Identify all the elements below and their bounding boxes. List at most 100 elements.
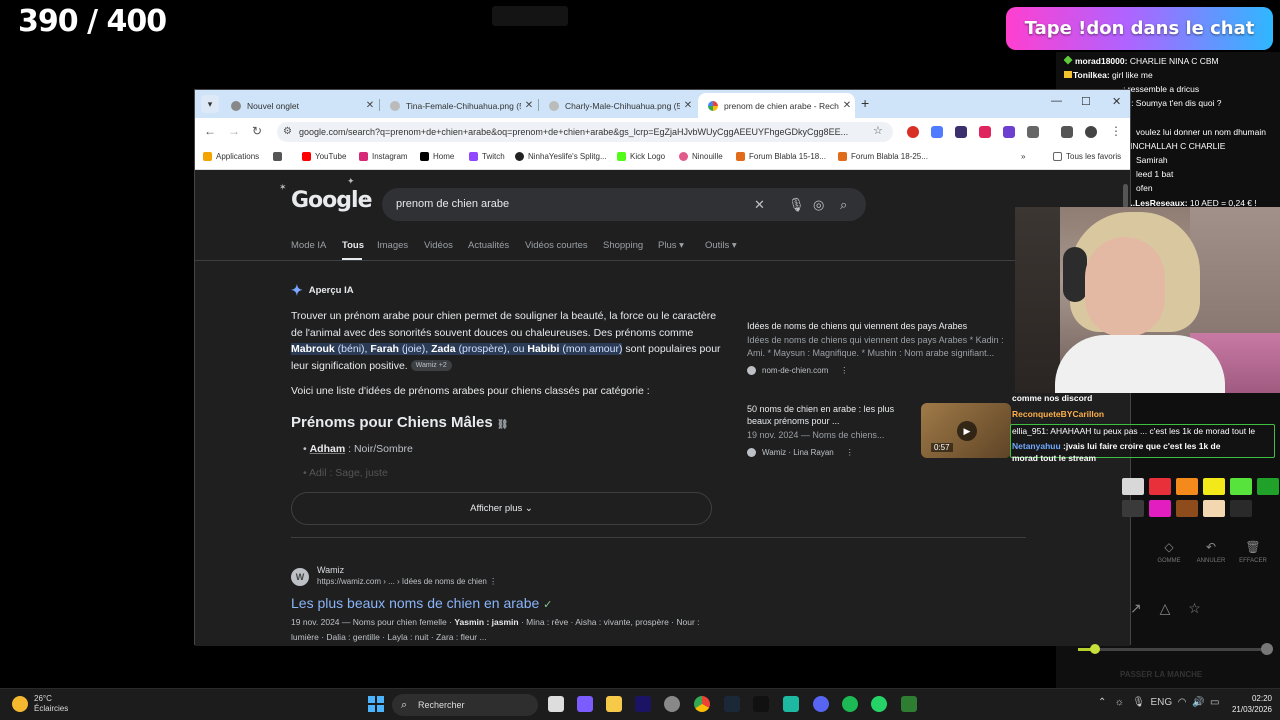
- bookmark-instagram[interactable]: Instagram: [359, 152, 408, 161]
- tiktok-icon[interactable]: [753, 696, 769, 712]
- source-card[interactable]: Idées de noms de chiens qui viennent des…: [747, 320, 1012, 375]
- whatsapp-icon[interactable]: [871, 696, 887, 712]
- tab-videos[interactable]: Vidéos: [424, 240, 453, 251]
- color-swatch[interactable]: [1203, 478, 1225, 495]
- result-site[interactable]: Wamiz: [317, 565, 344, 575]
- taskbar-search[interactable]: ⌕ Rechercher: [392, 694, 538, 716]
- clear-button[interactable]: 🗑 EFFACER: [1238, 540, 1268, 564]
- tab-videos-courtes[interactable]: Vidéos courtes: [525, 240, 588, 251]
- bookmark-kick[interactable]: Kick Logo: [617, 152, 665, 161]
- color-swatch[interactable]: [1149, 500, 1171, 517]
- app-icon[interactable]: [901, 696, 917, 712]
- kebab-menu-icon[interactable]: ⋮: [1110, 124, 1122, 138]
- close-icon[interactable]: ✕: [839, 100, 855, 111]
- copilot-icon[interactable]: [577, 696, 593, 712]
- color-swatch[interactable]: [1230, 500, 1252, 517]
- triangle-icon[interactable]: △: [1160, 600, 1171, 616]
- minimize-icon[interactable]: —: [1051, 95, 1062, 107]
- tab-search[interactable]: prenom de chien arabe - Reche... ✕: [698, 93, 855, 118]
- new-tab-icon[interactable]: +: [861, 95, 869, 111]
- task-view-icon[interactable]: [548, 696, 564, 712]
- close-icon[interactable]: ✕: [362, 100, 378, 111]
- puzzle-icon[interactable]: [1027, 126, 1039, 138]
- steam-icon[interactable]: [724, 696, 740, 712]
- color-swatch[interactable]: [1257, 478, 1279, 495]
- clock[interactable]: 02:20 21/03/2026: [1232, 693, 1272, 715]
- file-explorer-icon[interactable]: [606, 696, 622, 712]
- lens-icon[interactable]: ◎: [813, 188, 824, 221]
- tab-actualites[interactable]: Actualités: [468, 240, 509, 251]
- media-icon[interactable]: [1061, 126, 1073, 138]
- color-swatch[interactable]: [1149, 478, 1171, 495]
- kebab-menu-icon[interactable]: ⋮: [489, 577, 497, 586]
- bookmark-all-favorites[interactable]: Tous les favoris: [1053, 152, 1121, 161]
- system-tray[interactable]: ⌃ ☼ 🎙 ENG ◠ 🔊 ▭: [1098, 697, 1219, 708]
- undo-button[interactable]: ↶ ANNULER: [1196, 540, 1226, 564]
- skip-round-button[interactable]: PASSER LA MANCHE: [1120, 670, 1202, 679]
- result-title[interactable]: Les plus beaux noms de chien en arabe ✓: [291, 595, 552, 611]
- scrollbar-thumb[interactable]: [1123, 184, 1128, 208]
- arrow-icon[interactable]: ↗: [1130, 600, 1142, 616]
- tab-mode-ia[interactable]: Mode IA: [291, 240, 326, 251]
- extension-icon[interactable]: [1003, 126, 1015, 138]
- bookmark-star-icon[interactable]: ☆: [873, 124, 883, 137]
- search-input[interactable]: prenom de chien arabe ✕ 🎙 ◎ ⌕: [382, 188, 866, 221]
- bookmark-forum-1825[interactable]: Forum Blabla 18-25...: [838, 152, 928, 161]
- address-bar[interactable]: ⚙ google.com/search?q=prenom+de+chien+ar…: [277, 122, 893, 142]
- brush-size-slider[interactable]: [1078, 643, 1273, 655]
- eraser-button[interactable]: ◇ GOMME: [1154, 540, 1184, 564]
- color-swatch[interactable]: [1230, 478, 1252, 495]
- discord-icon[interactable]: [813, 696, 829, 712]
- premiere-icon[interactable]: [635, 696, 651, 712]
- extension-icon[interactable]: [979, 126, 991, 138]
- more-bookmarks-icon[interactable]: »: [1021, 152, 1025, 161]
- bookmark-home[interactable]: Home: [420, 152, 454, 161]
- kebab-menu-icon[interactable]: ⋮: [846, 448, 854, 457]
- color-swatch[interactable]: [1176, 500, 1198, 517]
- spotify-icon[interactable]: [842, 696, 858, 712]
- video-thumbnail[interactable]: ▶ 0:57: [921, 403, 1011, 458]
- extension-icon[interactable]: [955, 126, 967, 138]
- tab-images[interactable]: Images: [377, 240, 408, 251]
- color-swatch[interactable]: [1176, 478, 1198, 495]
- bookmark-twitch[interactable]: Twitch: [469, 152, 505, 161]
- language-indicator[interactable]: ENG: [1150, 697, 1172, 708]
- source-card[interactable]: 50 noms de chien en arabe : les plus bea…: [747, 403, 917, 457]
- source-chip[interactable]: Wamiz +2: [410, 360, 452, 372]
- bookmark-grid[interactable]: [273, 152, 286, 161]
- color-swatch[interactable]: [1122, 500, 1144, 517]
- obs-icon[interactable]: [664, 696, 680, 712]
- link-icon[interactable]: ⛓: [497, 419, 508, 429]
- reload-icon[interactable]: ↻: [252, 124, 262, 138]
- forward-icon[interactable]: →: [228, 124, 240, 138]
- play-icon[interactable]: ▶: [957, 421, 977, 441]
- bookmark-youtube[interactable]: YouTube: [302, 152, 346, 161]
- tab-search-icon[interactable]: ▾: [201, 95, 219, 113]
- avatar[interactable]: [1085, 126, 1097, 138]
- tab-plus[interactable]: Plus ▾: [658, 240, 684, 251]
- tab-nouvel-onglet[interactable]: Nouvel onglet ✕: [221, 93, 378, 118]
- result-url[interactable]: https://wamiz.com › ... › Idées de noms …: [317, 577, 497, 586]
- bookmark-ninouille[interactable]: Ninouille: [679, 152, 723, 161]
- back-icon[interactable]: ←: [204, 124, 216, 138]
- tab-outils[interactable]: Outils ▾: [705, 240, 737, 251]
- bookmark-forum-1518[interactable]: Forum Blabla 15-18...: [736, 152, 826, 161]
- extension-icon[interactable]: [931, 126, 943, 138]
- tab-tous[interactable]: Tous: [342, 240, 364, 251]
- close-icon[interactable]: ✕: [521, 100, 537, 111]
- color-swatch[interactable]: [1203, 500, 1225, 517]
- color-swatch[interactable]: [1122, 478, 1144, 495]
- show-more-button[interactable]: Afficher plus ⌄: [291, 492, 712, 525]
- maximize-icon[interactable]: ☐: [1081, 95, 1091, 108]
- bookmark-apps[interactable]: Applications: [203, 152, 259, 161]
- close-window-icon[interactable]: ✕: [1112, 95, 1121, 108]
- google-logo[interactable]: Google: [291, 188, 372, 213]
- search-icon[interactable]: ⌕: [840, 188, 847, 221]
- bookmark-splitgate[interactable]: NinhaYeslife's Splitg...: [515, 152, 607, 161]
- tab-tina[interactable]: Tina-Female-Chihuahua.png (5... ✕: [380, 93, 537, 118]
- kebab-menu-icon[interactable]: ⋮: [840, 366, 848, 375]
- tab-charly[interactable]: Charly-Male-Chihuahua.png (5... ✕: [539, 93, 696, 118]
- windows-start-icon[interactable]: [368, 696, 384, 712]
- clear-icon[interactable]: ✕: [754, 188, 765, 221]
- star-icon[interactable]: ☆: [1188, 600, 1201, 616]
